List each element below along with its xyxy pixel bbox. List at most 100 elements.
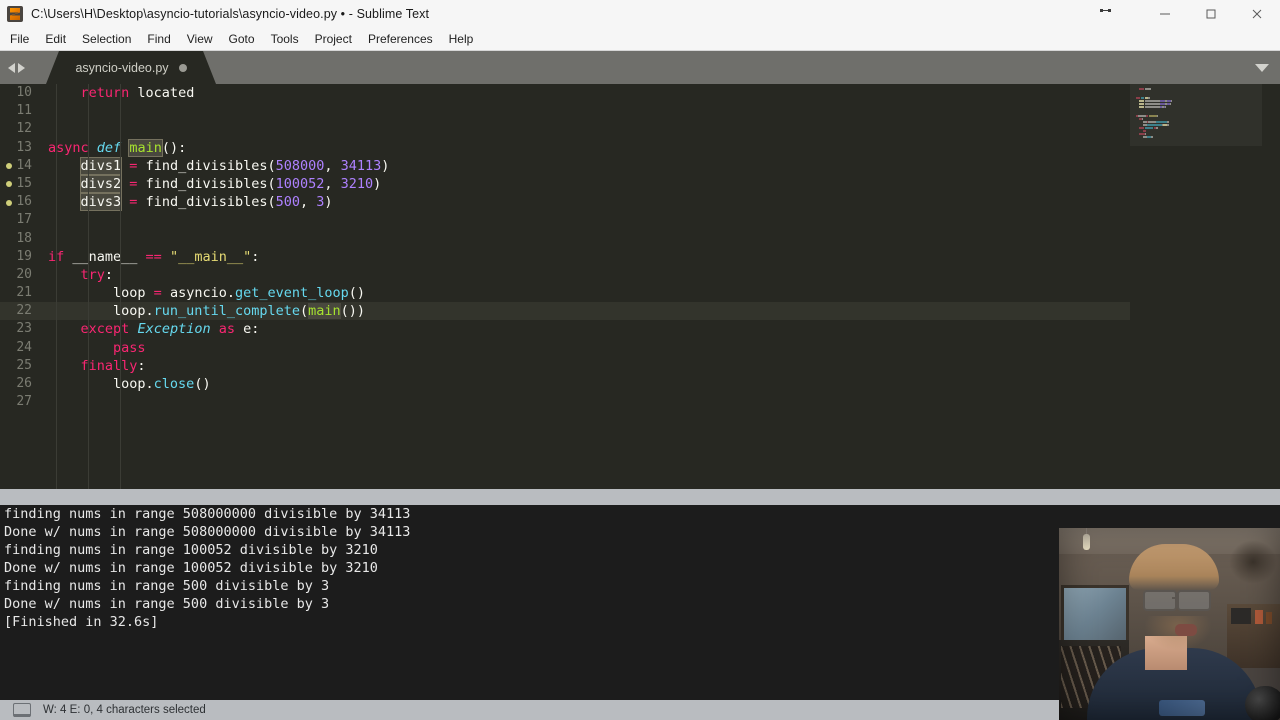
code-text: return located (48, 84, 195, 102)
minimize-button[interactable] (1142, 0, 1188, 28)
minimap-token (1144, 88, 1152, 90)
line-number: 15 (16, 175, 32, 191)
tab-label: asyncio-video.py (75, 60, 169, 75)
vertical-scrollbar-track[interactable] (1262, 84, 1273, 489)
menu-selection[interactable]: Selection (74, 28, 139, 50)
selected-token: main (308, 303, 341, 320)
menu-file[interactable]: File (2, 28, 37, 50)
minimap-token (1155, 121, 1168, 123)
menu-view[interactable]: View (179, 28, 221, 50)
close-button[interactable] (1234, 0, 1280, 28)
code-text: finally: (48, 357, 146, 375)
code-line[interactable]: 17 (0, 211, 1130, 229)
code-line[interactable]: 13 async def main(): (0, 138, 1130, 157)
minimap-token (1139, 103, 1144, 105)
code-text: async def main(): (48, 138, 186, 157)
code-line[interactable]: 19 if __name__ == "__main__": (0, 248, 1130, 266)
token: try (80, 266, 105, 283)
sublime-text-logo-icon (7, 6, 23, 22)
token: , (324, 175, 341, 192)
selected-token: divs3 (79, 193, 123, 212)
minimap-token (1141, 97, 1144, 99)
code-line[interactable]: 27 (0, 393, 1130, 411)
token: 100052 (275, 175, 325, 192)
menu-find[interactable]: Find (139, 28, 178, 50)
code-text: loop.run_until_complete(main()) (48, 302, 365, 320)
code-text: pass (48, 339, 146, 357)
code-line[interactable]: 25 finally: (0, 357, 1130, 375)
token: async (48, 139, 89, 156)
token: as (218, 321, 235, 338)
token: == (145, 248, 162, 265)
title-bar: C:\Users\H\Desktop\asyncio-tutorials\asy… (0, 0, 1280, 28)
minimap-token (1145, 103, 1160, 105)
menu-tools[interactable]: Tools (263, 28, 307, 50)
code-editor[interactable]: 10 return located 11 12 13 async def main():… (0, 84, 1280, 489)
minimap-token (1145, 106, 1160, 108)
triangle-right-icon[interactable] (18, 62, 25, 73)
unsaved-dot-icon[interactable] (178, 63, 187, 72)
minimap-token (1148, 115, 1158, 117)
code-line[interactable]: 22 loop.run_until_complete(main()) (0, 302, 1130, 321)
line-number: 14 (16, 157, 32, 173)
console-line: finding nums in range 508000000 divisibl… (4, 506, 411, 522)
maximize-button[interactable] (1188, 0, 1234, 28)
resize-cursor-icon (1100, 7, 1111, 14)
token: asyncio. (161, 285, 235, 302)
line-number: 20 (16, 266, 32, 282)
menu-preferences[interactable]: Preferences (360, 28, 441, 50)
minimap-token (1145, 133, 1147, 135)
code-line[interactable]: 14 divs1 = find_divisibles(508000, 34113… (0, 156, 1130, 175)
code-line[interactable]: 15 divs2 = find_divisibles(100052, 3210) (0, 174, 1130, 193)
minimap-token (1147, 121, 1156, 123)
code-line[interactable]: 26 loop.close() (0, 375, 1130, 393)
code-line[interactable]: 11 (0, 102, 1130, 120)
token: ) (324, 194, 333, 211)
tab-overflow-menu-button[interactable] (1250, 51, 1274, 84)
line-number: 16 (16, 194, 32, 210)
code-text: try: (48, 266, 114, 284)
code-line[interactable]: 24 pass (0, 339, 1130, 357)
code-line[interactable]: 20 try: (0, 266, 1130, 284)
code-line[interactable]: 18 (0, 230, 1130, 248)
triangle-left-icon[interactable] (8, 62, 15, 73)
code-line[interactable]: 12 (0, 120, 1130, 138)
console-divider[interactable] (0, 489, 1280, 505)
menu-edit[interactable]: Edit (37, 28, 74, 50)
code-line[interactable]: 16 divs3 = find_divisibles(500, 3) (0, 193, 1130, 212)
menu-goto[interactable]: Goto (221, 28, 263, 50)
minimap[interactable] (1130, 84, 1262, 489)
line-number: 13 (16, 139, 32, 155)
code-line[interactable]: 10 return located (0, 84, 1130, 102)
menu-project[interactable]: Project (307, 28, 360, 50)
minimap-token (1151, 136, 1153, 138)
line-number: 19 (16, 248, 32, 264)
code-lines[interactable]: 10 return located 11 12 13 async def main():… (0, 84, 1130, 489)
minimap-token (1147, 97, 1151, 99)
menu-bar: File Edit Selection Find View Goto Tools Projec… (0, 28, 1280, 51)
line-number: 24 (16, 339, 32, 355)
line-number: 17 (16, 212, 32, 228)
token: find_divisibles( (137, 157, 276, 174)
token: () (348, 285, 366, 302)
menu-help[interactable]: Help (441, 28, 482, 50)
minimap-token (1170, 100, 1172, 102)
line-number: 11 (16, 103, 32, 119)
code-text: divs3 = find_divisibles(500, 3) (48, 193, 333, 212)
code-line[interactable]: 21 loop = asyncio.get_event_loop() (0, 284, 1130, 302)
indent-guide (88, 84, 89, 489)
minimap-token (1136, 97, 1141, 99)
token: ( (299, 303, 309, 320)
minimap-token (1166, 124, 1170, 126)
token: get_event_loop (234, 285, 349, 302)
token: 500 (275, 194, 300, 211)
code-line[interactable]: 23 except Exception as e: (0, 320, 1130, 338)
tab-asyncio-video-py[interactable]: asyncio-video.py (46, 51, 216, 84)
token: "__main__" (169, 248, 252, 265)
